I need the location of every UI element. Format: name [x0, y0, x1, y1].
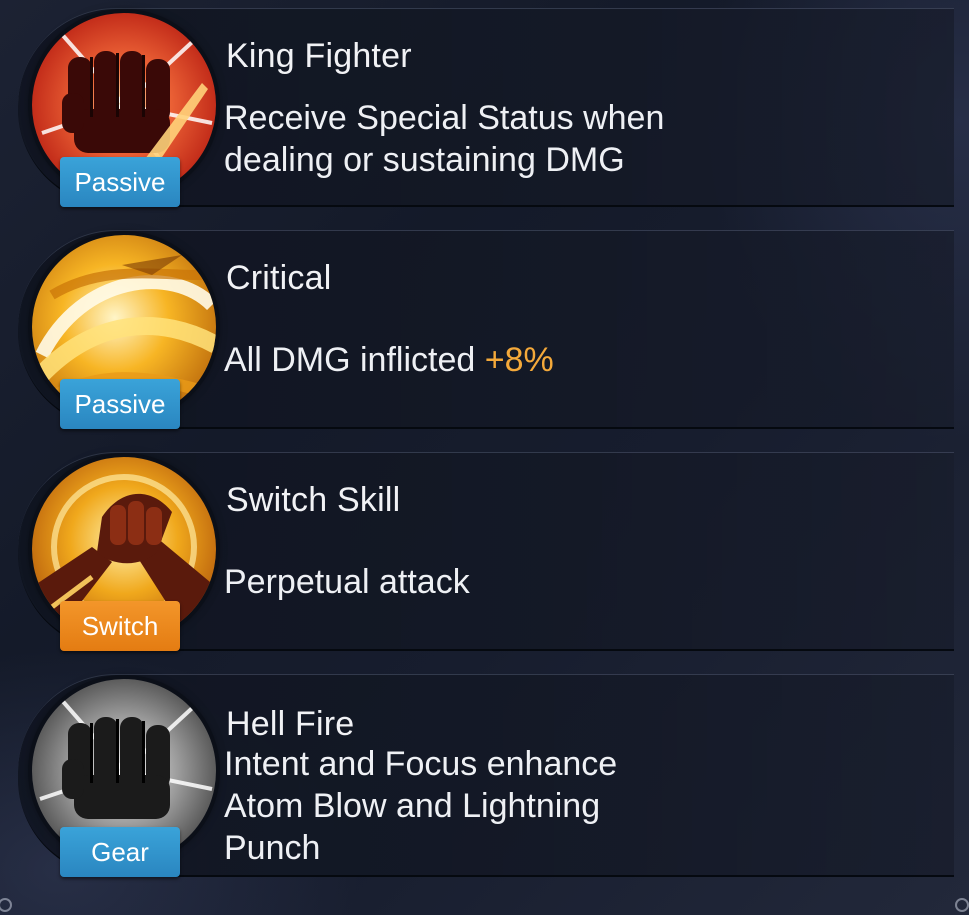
description-line: Punch	[224, 829, 321, 867]
skill-description: Intent and Focus enhance Atom Blow and L…	[224, 743, 617, 869]
switch-tag: Switch	[60, 601, 180, 651]
bonus-value: +8%	[484, 341, 554, 379]
skill-row-switch-skill[interactable]: Switch Switch Skill Perpetual attack	[18, 452, 954, 651]
skill-title: Hell Fire	[226, 705, 355, 743]
passive-tag: Passive	[60, 379, 180, 429]
skill-list: Passive King Fighter Receive Special Sta…	[0, 0, 969, 915]
passive-tag: Passive	[60, 157, 180, 207]
description-line: Atom Blow and Lightning	[224, 787, 601, 825]
skill-title: Critical	[226, 259, 332, 297]
skill-description: All DMG inflicted +8%	[224, 339, 554, 381]
description-text: All DMG inflicted	[224, 341, 485, 379]
right-corner-dot	[955, 898, 969, 912]
skill-title: King Fighter	[226, 37, 412, 75]
description-line: dealing or sustaining DMG	[224, 141, 625, 179]
gear-tag: Gear	[60, 827, 180, 877]
description-line: Intent and Focus enhance	[224, 745, 618, 783]
description-line: Receive Special Status when	[224, 99, 665, 137]
skill-row-king-fighter[interactable]: Passive King Fighter Receive Special Sta…	[18, 8, 954, 207]
skill-title: Switch Skill	[226, 481, 401, 519]
skill-row-critical[interactable]: Passive Critical All DMG inflicted +8%	[18, 230, 954, 429]
skill-description: Receive Special Status when dealing or s…	[224, 97, 664, 181]
skill-description: Perpetual attack	[224, 563, 470, 601]
skill-row-hell-fire[interactable]: Gear Hell Fire Intent and Focus enhance …	[18, 674, 954, 877]
